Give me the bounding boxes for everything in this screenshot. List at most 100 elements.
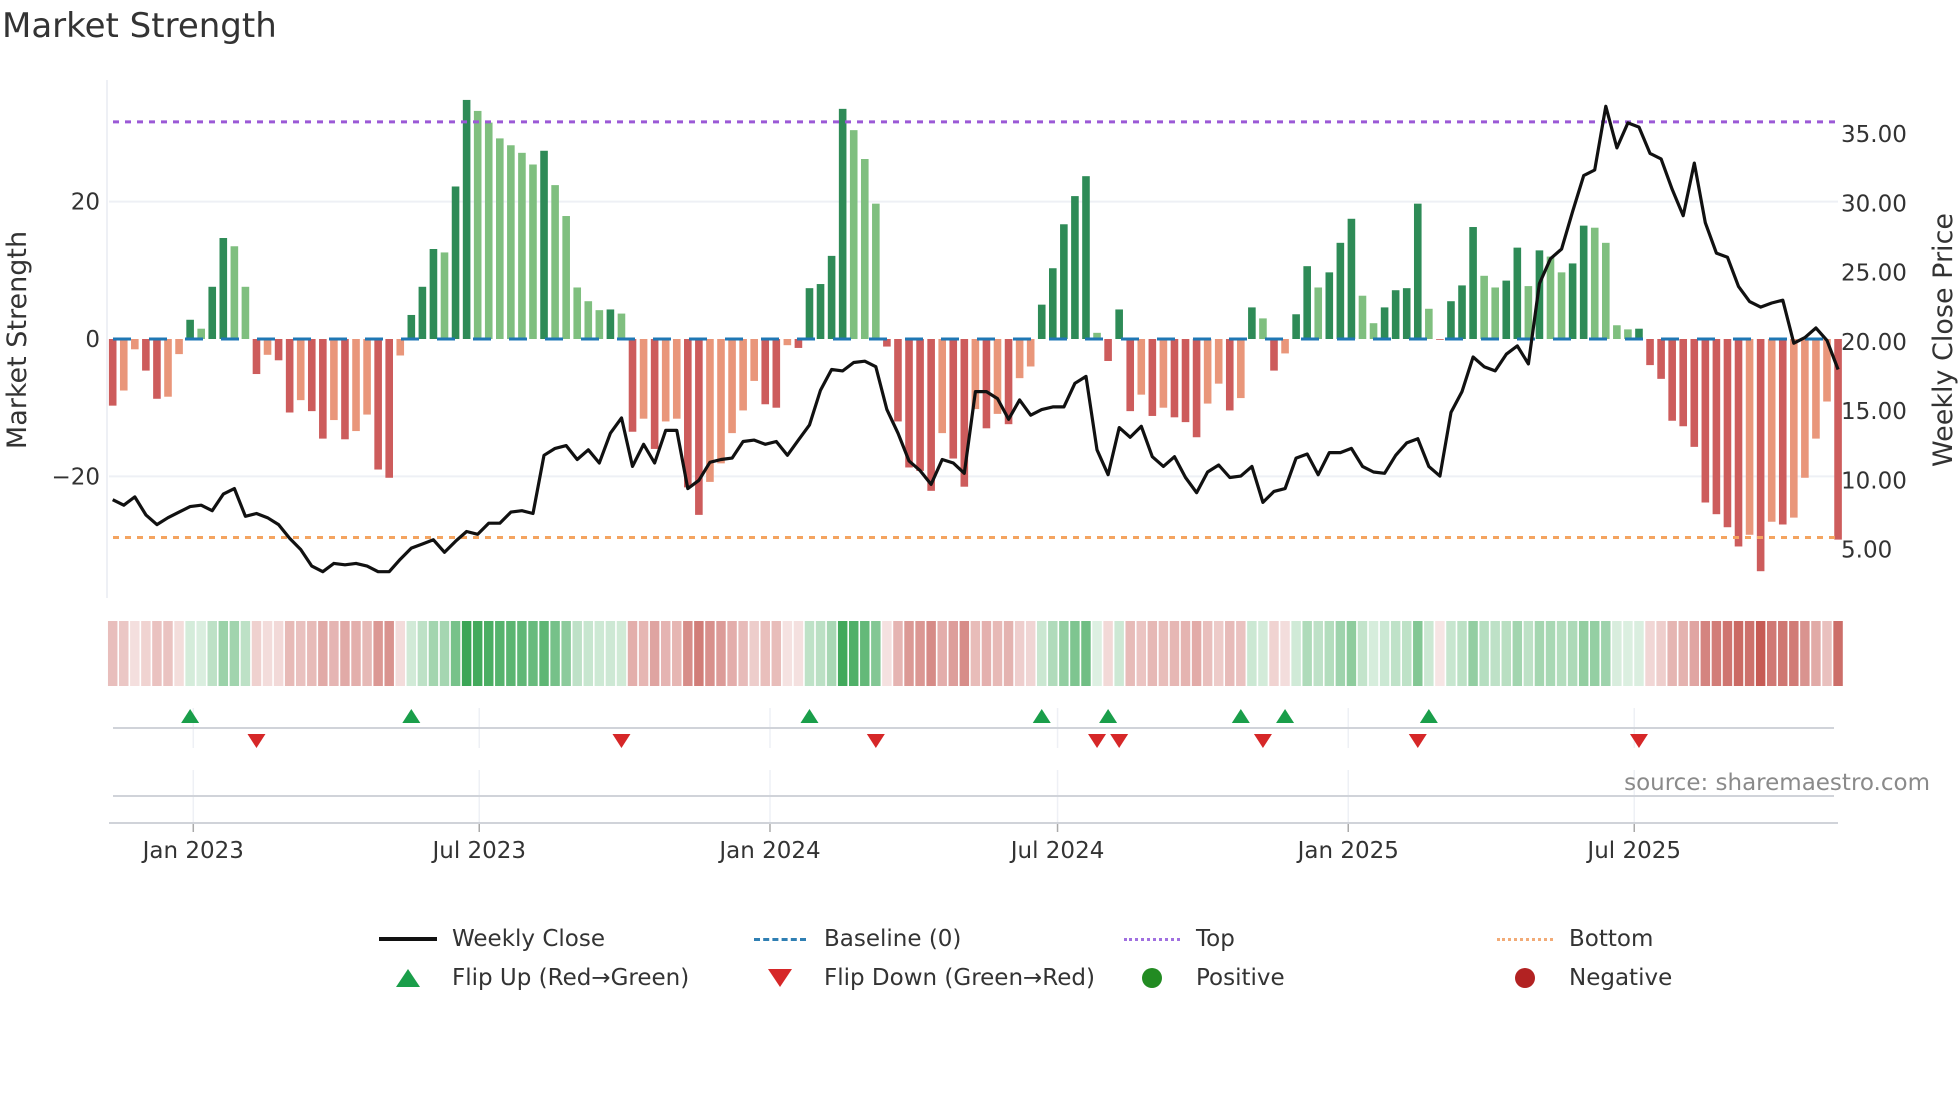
strength-bar: [1192, 339, 1201, 438]
strength-bar: [1049, 268, 1057, 339]
heat-cell: [1601, 621, 1611, 686]
heat-cell: [1590, 621, 1600, 686]
heat-cell: [373, 621, 383, 686]
heat-cell: [1534, 621, 1545, 686]
heat-cell: [1158, 621, 1169, 686]
strength-bar: [805, 288, 814, 339]
strength-bar: [1292, 314, 1300, 339]
strength-bar: [108, 339, 117, 406]
heat-cell: [528, 621, 538, 686]
strength-bar: [462, 99, 471, 339]
strength-bar: [1557, 272, 1566, 339]
strength-bar: [484, 122, 493, 339]
heat-cell: [119, 621, 129, 686]
flip-up-marker: [1276, 709, 1295, 723]
flip-down-marker: [1253, 734, 1272, 748]
heat-cell: [1169, 621, 1180, 686]
heat-cell: [1202, 621, 1213, 686]
strength-bar: [1060, 224, 1068, 339]
heat-cell: [1114, 621, 1124, 686]
flip-markers-panel: [113, 708, 1834, 823]
flip-down-marker: [612, 734, 631, 748]
strength-bar: [1402, 288, 1411, 339]
strength-bar: [363, 339, 371, 415]
heat-cell: [627, 621, 638, 686]
heat-cell: [362, 621, 372, 686]
flip-up-marker: [1231, 709, 1250, 723]
strength-bar: [1790, 339, 1798, 518]
strength-bar: [938, 339, 946, 434]
market-strength-chart: −20 0 20 5.00 10.00 15.00 20.00 25.00 30.00 35.00…: [2, 80, 1959, 864]
strength-bar: [186, 319, 194, 339]
heat-cell: [307, 621, 317, 686]
heat-cell: [218, 621, 229, 686]
strength-bar: [639, 339, 648, 419]
heat-cell: [461, 621, 472, 686]
flip-down-marker: [1408, 734, 1427, 748]
heat-cell: [1070, 621, 1080, 686]
strength-bar: [1734, 339, 1743, 547]
heat-cell: [406, 621, 417, 686]
strength-bar: [1391, 290, 1400, 339]
heat-cell: [1390, 621, 1401, 686]
heat-cell: [1103, 621, 1113, 686]
heat-cell: [860, 621, 870, 686]
strength-bar: [131, 339, 139, 350]
y-tick-label-right: 20.00: [1841, 330, 1907, 356]
heat-cell: [1357, 621, 1368, 686]
heat-cell: [174, 621, 184, 686]
y-tick-label-right: 35.00: [1841, 122, 1907, 148]
strength-bar: [1513, 247, 1522, 339]
flip-up-marker: [800, 709, 819, 723]
strength-bar: [1679, 339, 1688, 427]
strength-bars: [108, 99, 1842, 572]
heat-cell: [251, 621, 262, 686]
heat-cell: [1512, 621, 1523, 686]
heat-cell: [506, 621, 516, 686]
heat-cell: [1147, 621, 1158, 686]
heat-cell: [1258, 621, 1268, 686]
heat-cell: [804, 621, 815, 686]
strength-bar: [1303, 266, 1311, 339]
strength-bar: [1225, 339, 1234, 411]
flip-up-marker: [181, 709, 200, 723]
flip-down-marker: [1629, 734, 1648, 748]
strength-bar: [1237, 339, 1245, 399]
heat-cell: [594, 621, 605, 686]
heat-cell: [1379, 621, 1390, 686]
heat-cell: [981, 621, 992, 686]
strength-bar: [1358, 295, 1367, 339]
heat-cell: [1401, 621, 1412, 686]
heat-cell: [207, 621, 217, 686]
heat-cell: [1545, 621, 1556, 686]
strength-bar: [1712, 339, 1721, 515]
strength-bar: [1115, 309, 1123, 339]
x-tick-label: Jul 2024: [1009, 838, 1105, 864]
heat-cell: [1523, 621, 1534, 686]
strength-bar: [562, 216, 570, 339]
x-tick-label: Jul 2023: [430, 838, 526, 864]
heat-cell: [749, 621, 759, 686]
strength-bar: [1502, 280, 1511, 339]
heat-cell: [1490, 621, 1500, 686]
strength-bar: [1458, 285, 1466, 339]
strength-bar: [1690, 339, 1699, 447]
strength-bar: [1812, 339, 1820, 439]
strength-bar: [628, 339, 637, 432]
heat-cell: [1269, 621, 1279, 686]
heat-cell: [694, 621, 704, 686]
heat-cell: [384, 621, 394, 686]
strength-bar: [1137, 339, 1146, 395]
strength-bar: [1126, 339, 1135, 412]
heat-cell: [716, 621, 726, 686]
strength-bar: [1590, 227, 1599, 339]
strength-bar: [1646, 339, 1654, 366]
strength-bar: [1015, 339, 1024, 379]
flip-up-marker: [402, 709, 421, 723]
strength-bar: [695, 339, 703, 515]
heat-cell: [782, 621, 793, 686]
strength-bar: [783, 339, 792, 346]
heat-cell: [130, 621, 140, 686]
strength-bar: [672, 339, 681, 419]
strength-bar: [1148, 339, 1157, 416]
